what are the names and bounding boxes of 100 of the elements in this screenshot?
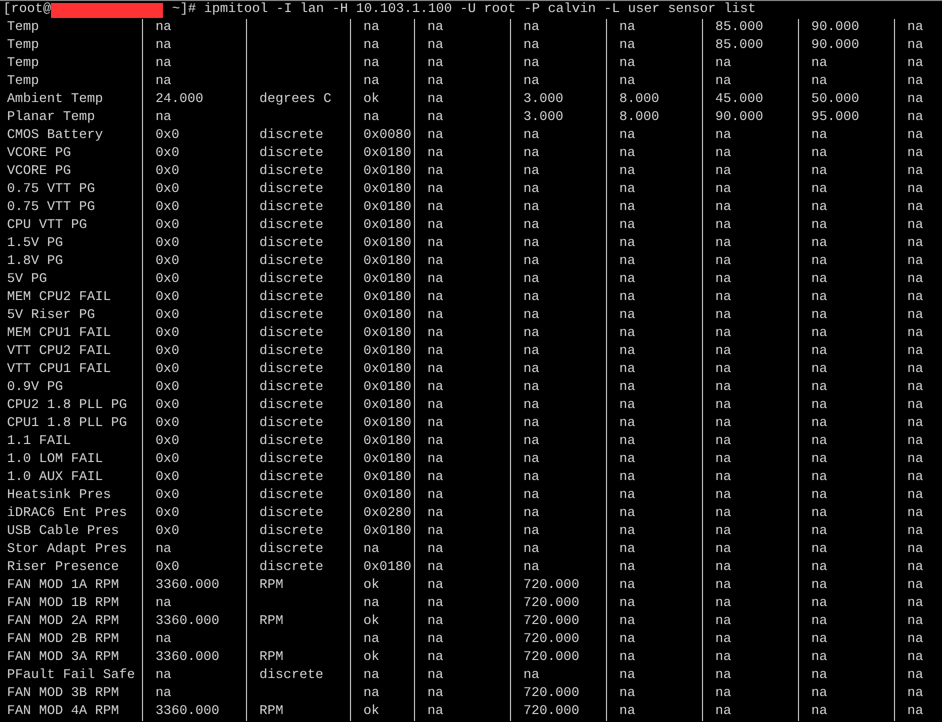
table-cell-text: 1.8V PG	[6, 253, 64, 271]
table-cell: discrete	[246, 127, 351, 145]
table-cell: na	[606, 307, 703, 325]
table-cell: na	[414, 595, 511, 613]
table-cell: discrete	[246, 217, 351, 235]
table-cell: na	[510, 487, 607, 505]
table-cell: 0x0180	[350, 271, 415, 289]
table-cell: na	[350, 55, 415, 73]
table-cell: na	[350, 685, 415, 703]
table-cell: na	[606, 289, 703, 307]
table-cell: na	[798, 685, 895, 703]
table-cell: na	[414, 91, 511, 109]
table-cell: na	[510, 541, 607, 559]
table-cell: na	[142, 109, 247, 127]
table-cell: na	[894, 55, 942, 73]
table-cell: na	[702, 685, 799, 703]
table-cell: 720.000	[510, 649, 607, 667]
table-cell: na	[414, 307, 511, 325]
table-cell: na	[142, 631, 247, 649]
table-cell: 0x0180	[350, 379, 415, 397]
table-cell: na	[350, 667, 415, 685]
table-cell: discrete	[246, 235, 351, 253]
table-cell-text: MEM CPU1 FAIL	[6, 325, 112, 343]
table-cell: na	[606, 505, 703, 523]
table-cell: na	[606, 433, 703, 451]
table-cell: na	[142, 19, 247, 37]
table-cell: na	[702, 181, 799, 199]
table-cell: na	[894, 595, 942, 613]
table-cell: na	[606, 181, 703, 199]
table-cell: na	[142, 595, 247, 613]
table-cell: 85.000	[702, 37, 799, 55]
table-cell: 90.000	[702, 109, 799, 127]
table-cell-text: 1.5V PG	[6, 235, 64, 253]
table-cell: 0x0	[142, 181, 247, 199]
table-cell: na	[414, 397, 511, 415]
table-cell: na	[702, 559, 799, 577]
table-cell: na	[798, 595, 895, 613]
table-cell: na	[894, 19, 942, 37]
table-cell: 3360.000	[142, 649, 247, 667]
table-cell: na	[414, 145, 511, 163]
table-cell: na	[606, 415, 703, 433]
table-cell: na	[606, 325, 703, 343]
table-cell: na	[798, 649, 895, 667]
table-cell: na	[702, 667, 799, 685]
table-cell: 0x0	[142, 505, 247, 523]
table-cell-text: FAN MOD 2B RPM	[6, 631, 120, 649]
table-cell: na	[798, 307, 895, 325]
table-cell: na	[510, 145, 607, 163]
table-cell: na	[894, 109, 942, 127]
table-cell-text: Riser Presence	[6, 559, 120, 577]
table-cell: na	[798, 415, 895, 433]
table-cell: 0x0280	[350, 505, 415, 523]
table-cell: na	[894, 541, 942, 559]
table-cell: na	[702, 523, 799, 541]
table-cell: na	[702, 379, 799, 397]
table-cell: 3360.000	[142, 613, 247, 631]
table-cell: na	[414, 631, 511, 649]
table-cell: na	[414, 163, 511, 181]
table-cell: na	[350, 37, 415, 55]
table-cell: 3.000	[510, 91, 607, 109]
table-cell: na	[350, 19, 415, 37]
table-cell-text: FAN MOD 1A RPM	[6, 577, 120, 595]
table-cell: RPM	[246, 703, 351, 721]
table-cell: na	[414, 325, 511, 343]
table-cell: na	[510, 397, 607, 415]
table-cell: na	[798, 451, 895, 469]
table-cell: na	[414, 505, 511, 523]
table-cell: 0x0	[142, 523, 247, 541]
table-cell: na	[894, 487, 942, 505]
table-cell-text: MEM CPU2 FAIL	[6, 289, 112, 307]
table-cell: 0x0	[142, 487, 247, 505]
table-cell: na	[606, 397, 703, 415]
table-cell: discrete	[246, 487, 351, 505]
table-cell: na	[606, 541, 703, 559]
table-cell: na	[142, 667, 247, 685]
table-cell: na	[414, 649, 511, 667]
table-cell: na	[510, 523, 607, 541]
table-cell: na	[702, 271, 799, 289]
table-cell: na	[414, 613, 511, 631]
table-cell: 0x0180	[350, 487, 415, 505]
table-cell: na	[894, 361, 942, 379]
table-cell: na	[894, 343, 942, 361]
table-cell: na	[894, 559, 942, 577]
table-cell: 0x0	[142, 289, 247, 307]
table-cell: na	[798, 559, 895, 577]
table-cell-text: CPU2 1.8 PLL PG	[6, 397, 128, 415]
table-cell: na	[894, 415, 942, 433]
table-cell: discrete	[246, 307, 351, 325]
table-cell: ok	[350, 91, 415, 109]
table-cell-text: FAN MOD 4A RPM	[6, 703, 120, 721]
table-cell: na	[142, 541, 247, 559]
table-cell: na	[702, 397, 799, 415]
table-cell: na	[702, 433, 799, 451]
table-cell-text: VTT CPU2 FAIL	[6, 343, 112, 361]
table-cell: 0x0	[142, 433, 247, 451]
table-cell: na	[414, 181, 511, 199]
table-cell: na	[606, 523, 703, 541]
table-cell: 0x0180	[350, 289, 415, 307]
table-cell-text: iDRAC6 Ent Pres	[6, 505, 128, 523]
table-cell: na	[702, 55, 799, 73]
